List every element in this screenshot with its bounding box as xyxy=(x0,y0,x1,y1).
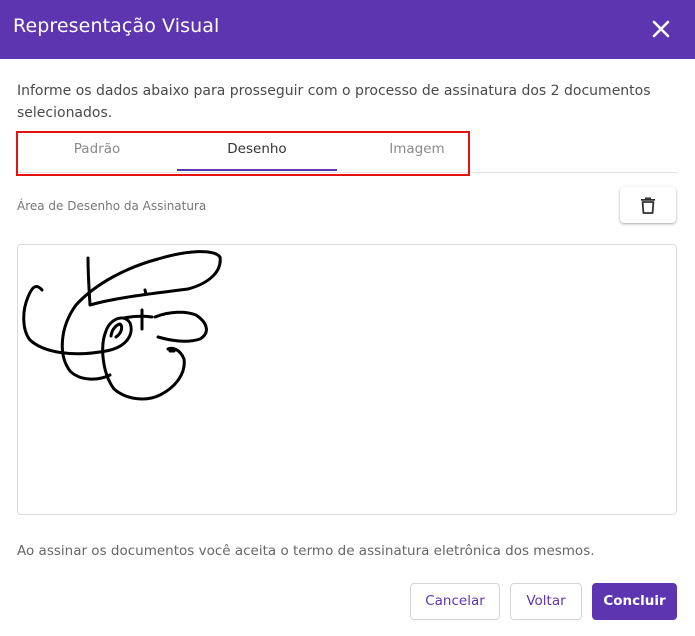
cancel-button[interactable]: Cancelar xyxy=(410,583,500,620)
close-button[interactable] xyxy=(647,15,675,43)
signature-canvas[interactable] xyxy=(17,244,677,515)
drawing-area-label: Área de Desenho da Assinatura xyxy=(17,199,207,213)
confirm-button[interactable]: Concluir xyxy=(592,583,677,620)
tab-imagem[interactable]: Imagem xyxy=(337,130,497,172)
trash-icon xyxy=(641,197,655,214)
tab-desenho[interactable]: Desenho xyxy=(177,130,337,172)
intro-text: Informe os dados abaixo para prosseguir … xyxy=(17,83,651,121)
signature-drawing xyxy=(22,250,222,401)
back-button[interactable]: Voltar xyxy=(510,583,582,620)
dialog-title: Representação Visual xyxy=(13,15,220,37)
tab-bar: Padrão Desenho Imagem xyxy=(17,130,678,173)
dialog-header: Representação Visual xyxy=(0,0,695,59)
clear-drawing-button[interactable] xyxy=(620,187,676,223)
close-icon xyxy=(652,20,670,38)
tab-padrao[interactable]: Padrão xyxy=(17,130,177,172)
terms-text: Ao assinar os documentos você aceita o t… xyxy=(17,543,595,559)
